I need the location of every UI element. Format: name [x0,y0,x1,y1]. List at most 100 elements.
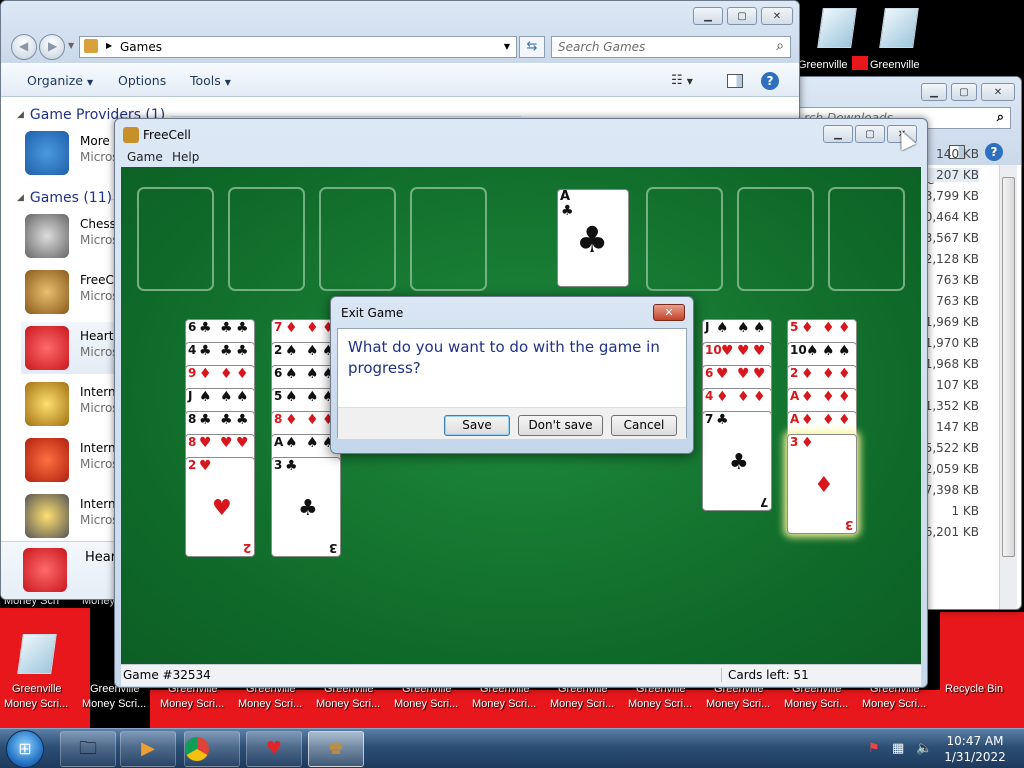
scrollbar-thumb[interactable] [1002,177,1015,557]
card-value: 7 [759,495,768,509]
tools-menu[interactable]: Tools ▼ [190,73,231,88]
free-cell[interactable] [319,187,396,291]
card-suit: ♠ [822,343,835,359]
foundation-cell[interactable] [828,187,905,291]
desktop-icon-label[interactable]: Money Scri... [784,698,848,710]
address-bar[interactable]: ▶ Games ▼ [79,36,517,58]
breadcrumb-chevron-icon[interactable]: ▶ [106,41,112,50]
desktop-icon-label[interactable]: Money Scri... [706,698,770,710]
back-button[interactable]: ◀ [11,34,37,60]
start-button[interactable]: ⊞ [6,730,44,768]
desktop-icon-label[interactable]: Money Scri... [238,698,302,710]
card-value: 3 [844,518,853,532]
clock-date[interactable]: 1/31/2022 [940,750,1010,764]
foundation-cell[interactable] [646,187,723,291]
action-center-flag-icon[interactable]: ⚑ [868,741,880,756]
close-button[interactable]: ✕ [981,83,1015,101]
menu-help[interactable]: Help [172,150,199,164]
card-suit: ♠ [716,320,729,336]
scrollbar[interactable] [999,165,1017,609]
maximize-button[interactable]: ▢ [951,83,977,101]
desktop-icon-label[interactable]: Money Scri... [4,698,68,710]
maximize-button[interactable]: ▢ [727,7,757,25]
card-suit: ♣ [716,412,729,428]
breadcrumb-games[interactable]: Games [120,40,162,54]
desktop-icon-label[interactable]: Money Scri... [82,698,146,710]
command-bar: Organize ▼ Options Tools ▼ ☷ ▼ ? [1,63,799,97]
taskbar-chrome-button[interactable] [184,731,240,767]
organize-menu[interactable]: Organize ▼ [27,73,93,88]
recent-pages-chevron-icon[interactable]: ▼ [68,41,74,50]
windows-logo-icon: ⊞ [18,739,32,758]
minimize-button[interactable]: ▁ [921,83,947,101]
save-button[interactable]: Save [444,415,510,436]
taskbar-media-player-button[interactable]: ▶ [120,731,176,767]
help-icon[interactable]: ? [761,72,779,90]
card-suit: ♣ [220,320,233,336]
card-value: 2 [242,541,251,555]
tools-label: Tools [190,73,221,88]
desktop-icon-label[interactable]: Money Scri... [628,698,692,710]
card-suit: ♠ [199,389,212,405]
refresh-button[interactable]: ⇆ [519,36,545,58]
free-cell[interactable] [228,187,305,291]
preview-pane-icon[interactable] [727,74,743,88]
dont-save-button[interactable]: Don't save [518,415,603,436]
group-header-games[interactable]: ◢ Games (11) [17,190,112,206]
chevron-down-icon: ▼ [86,78,94,87]
clock-time[interactable]: 10:47 AM [940,734,1010,748]
options-button[interactable]: Options [118,73,166,88]
desktop-icon-label[interactable]: Money Scri... [316,698,380,710]
playing-card[interactable]: 3 ♦ ♦ 3 [787,434,857,534]
card-suit: ♣ [561,203,574,219]
search-input[interactable]: Search Games ⌕ [551,36,791,58]
item-name: More [80,134,110,148]
card-value: 3 [790,435,799,449]
desktop-icon-greenville[interactable] [0,634,78,680]
desktop-icon-label[interactable]: Money Scri... [472,698,536,710]
taskbar-explorer-button[interactable]: 🗀 [60,731,116,767]
close-button[interactable]: ✕ [761,7,793,25]
menu-game[interactable]: Game [127,150,163,164]
desktop-icon-label[interactable]: Money Scri... [862,698,926,710]
foundation-cell[interactable] [737,187,814,291]
free-cell[interactable] [137,187,214,291]
address-dropdown-icon[interactable]: ▼ [504,42,510,51]
network-icon[interactable]: ▦ [892,741,904,756]
dialog-close-button[interactable]: ✕ [653,304,685,321]
card-pip-icon: ♣ [298,496,318,521]
card-value: 4 [705,389,714,403]
forward-button[interactable]: ▶ [39,34,65,60]
hearts-icon [23,548,67,592]
card-value: 6 [274,366,283,380]
card-suit: ♠ [236,389,249,405]
playing-card[interactable]: 2 ♥ ♥ 2 [185,457,255,557]
card-suit: ♦ [236,366,249,382]
desktop-icon-label[interactable]: Money Scri... [394,698,458,710]
games-explorer-titlebar: ▁ ▢ ✕ ◀ ▶ ▼ ▶ Games ▼ ⇆ Search Games ⌕ [1,1,799,63]
playing-card[interactable]: 3 ♣ ♣ 3 [271,457,341,557]
taskbar-freecell-button[interactable]: ♚ [308,731,364,767]
collapse-icon: ◢ [17,110,24,120]
help-icon[interactable]: ? [985,143,1003,161]
volume-icon[interactable]: 🔈 [916,741,932,756]
maximize-button[interactable]: ▢ [855,125,885,143]
card-suit: ♠ [285,435,298,451]
dialog-message: What do you want to do with the game in … [348,338,660,377]
desktop-icon-label[interactable]: Money Scri... [160,698,224,710]
desktop-icon-label[interactable]: Money Scri... [550,698,614,710]
desktop-icon-label-recycle-bin[interactable]: Recycle Bin [945,683,1003,695]
foundation-card[interactable]: A ♣ ♣ [557,189,629,287]
playing-card[interactable]: 7 ♣ ♣ 7 [702,411,772,511]
desktop-icon-greenville[interactable] [862,8,940,54]
card-suit: ♣ [236,320,249,336]
desktop-icon-label[interactable]: Greenville [12,683,62,695]
minimize-button[interactable]: ▁ [693,7,723,25]
card-suit: ♦ [285,412,298,428]
view-options-icon[interactable]: ☷ ▼ [671,73,693,88]
freecell-king-icon [123,127,139,143]
cancel-button[interactable]: Cancel [611,415,677,436]
free-cell[interactable] [410,187,487,291]
minimize-button[interactable]: ▁ [823,125,853,143]
taskbar-hearts-button[interactable]: ♥ [246,731,302,767]
